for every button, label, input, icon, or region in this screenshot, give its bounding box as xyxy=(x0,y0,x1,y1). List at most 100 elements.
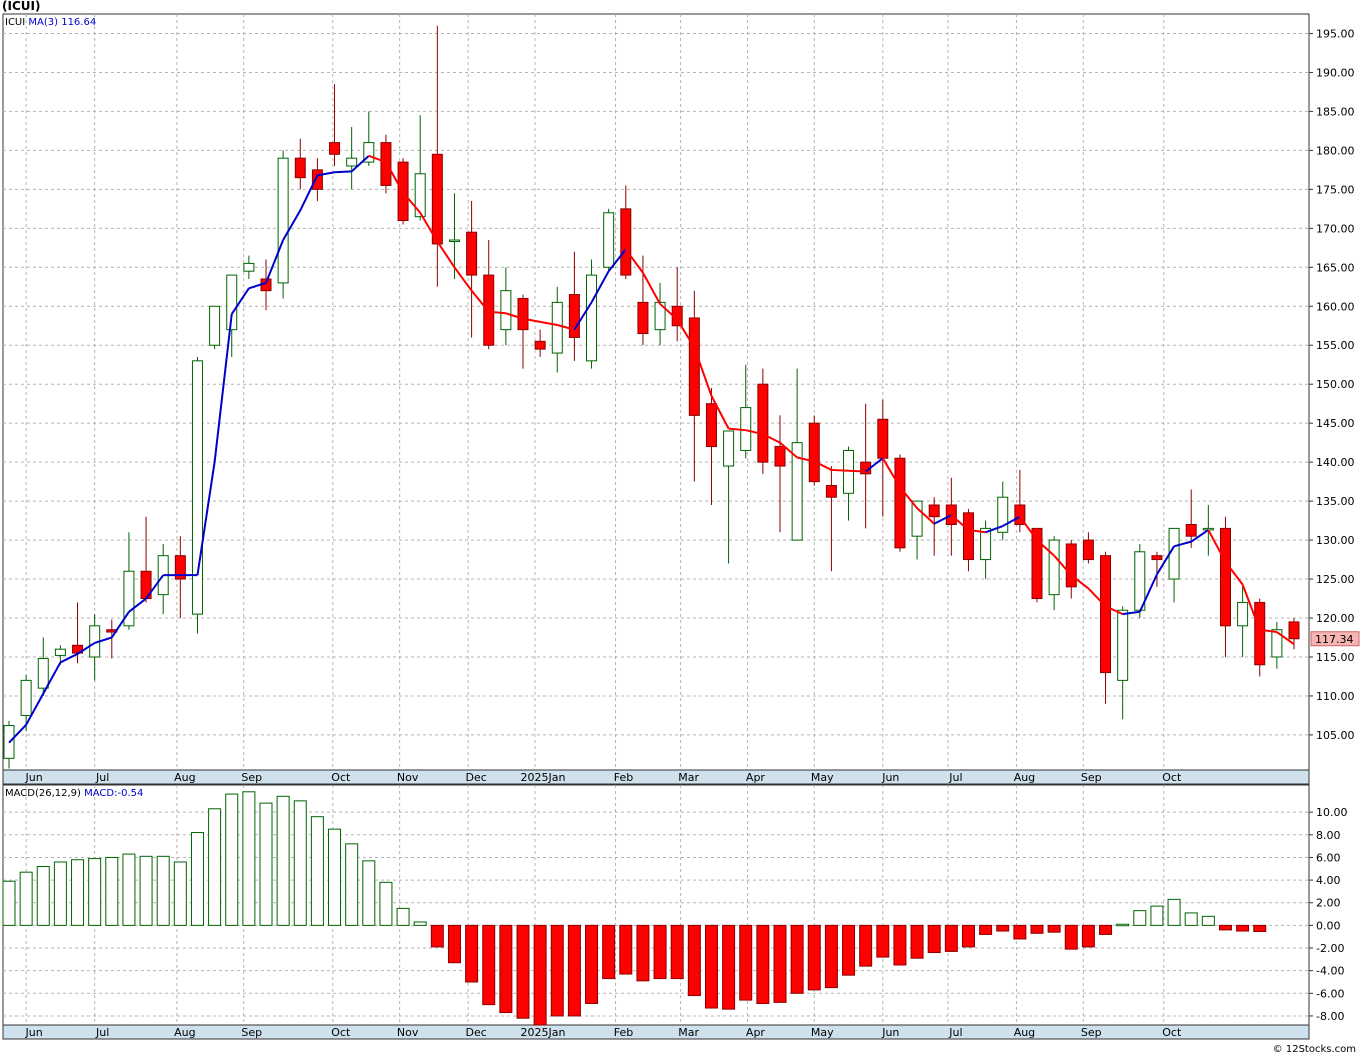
x-tick-label: Jun xyxy=(25,771,43,784)
macd-bar xyxy=(310,816,324,926)
candle-body xyxy=(723,430,735,467)
macd-tick-label: 8.00 xyxy=(1316,829,1341,842)
x-tick-label: Feb xyxy=(614,1026,633,1039)
price-tick-label: 125.00 xyxy=(1316,573,1355,586)
ma-label: MA(3) 116.64 xyxy=(28,17,96,28)
x-tick-label: Dec xyxy=(466,1026,487,1039)
macd-bar xyxy=(1133,910,1147,926)
macd-bar xyxy=(927,924,941,954)
candle-body xyxy=(586,274,598,362)
macd-bar xyxy=(944,924,958,952)
macd-bar xyxy=(276,795,290,926)
macd-bar xyxy=(756,924,770,1004)
macd-bar xyxy=(1150,905,1164,926)
candle-body xyxy=(1254,601,1266,666)
macd-bar xyxy=(773,924,787,1003)
price-tick-label: 160.00 xyxy=(1316,300,1355,313)
macd-bar xyxy=(379,881,393,926)
macd-bar xyxy=(1081,924,1095,948)
x-tick-label: Sep xyxy=(1081,771,1102,784)
x-tick-label: Dec xyxy=(466,771,487,784)
stock-chart: 105.00 110.00 115.00 120.00 125.00 130.00 135.… xyxy=(2,13,1360,1040)
macd-bar xyxy=(533,924,547,1026)
macd-tick-label: -6.00 xyxy=(1316,987,1344,1000)
macd-bar xyxy=(619,924,633,975)
macd-bar xyxy=(859,924,873,967)
macd-bar xyxy=(996,924,1010,932)
macd-bar xyxy=(567,924,581,1017)
macd-tick-label: -8.00 xyxy=(1316,1010,1344,1023)
x-tick-label: Feb xyxy=(614,771,633,784)
macd-bar xyxy=(722,924,736,1010)
macd-bar xyxy=(1013,924,1027,940)
candle-body xyxy=(705,403,717,448)
x-tick-label: Apr xyxy=(746,1026,766,1039)
macd-bar xyxy=(447,924,461,964)
candle-body xyxy=(209,305,221,346)
macd-x-axis xyxy=(2,1024,1310,1040)
candle-body xyxy=(1151,555,1163,561)
candle-body xyxy=(466,231,478,276)
macd-bar xyxy=(704,924,718,1009)
macd-bar xyxy=(2,880,16,926)
macd-bar xyxy=(1218,924,1232,931)
macd-tick-label: -2.00 xyxy=(1316,942,1344,955)
candle-body xyxy=(1202,527,1214,531)
candle-body xyxy=(1065,543,1077,588)
x-tick-label: Jun xyxy=(25,1026,43,1039)
macd-bar xyxy=(842,924,856,976)
x-tick-label: Mar xyxy=(678,1026,699,1039)
candle-body xyxy=(329,142,341,155)
candle-body xyxy=(962,512,974,561)
candle-body xyxy=(534,340,546,350)
price-tick-label: 170.00 xyxy=(1316,222,1355,235)
candle-body xyxy=(843,449,855,494)
candle-body xyxy=(894,457,906,549)
candle xyxy=(277,150,289,299)
macd-bar xyxy=(687,924,701,997)
candle-body xyxy=(620,208,632,276)
macd-tick-label: 10.00 xyxy=(1316,806,1348,819)
x-tick-label: 2025Jan xyxy=(521,1026,566,1039)
x-tick-label: Oct xyxy=(331,1026,351,1039)
price-tick-label: 145.00 xyxy=(1316,417,1355,430)
macd-bar xyxy=(482,924,496,1006)
macd-bar xyxy=(1116,923,1130,927)
macd-tick-label: 6.00 xyxy=(1316,851,1341,864)
candle-body xyxy=(448,239,460,243)
macd-bar xyxy=(345,843,359,926)
x-tick-label: May xyxy=(811,771,834,784)
candle-body xyxy=(825,485,837,498)
macd-bar xyxy=(430,924,444,948)
candle-body xyxy=(277,157,289,284)
price-tick-label: 150.00 xyxy=(1316,378,1355,391)
candle-body xyxy=(1117,609,1129,681)
candle-body xyxy=(928,504,940,518)
candle xyxy=(603,208,615,272)
candle-body xyxy=(568,294,580,338)
candle-body xyxy=(1100,555,1112,674)
macd-legend: MACD(26,12,9) MACD:-0.54 xyxy=(5,788,143,799)
candle-body xyxy=(431,153,443,245)
candle-body xyxy=(1185,523,1197,537)
x-tick-label: Mar xyxy=(678,771,699,784)
candle-body xyxy=(808,422,820,483)
candle xyxy=(209,305,221,350)
candle-body xyxy=(294,157,306,179)
candle-body xyxy=(20,679,32,716)
macd-bar xyxy=(293,800,307,926)
x-tick-label: 2025Jan xyxy=(521,771,566,784)
candle xyxy=(586,259,598,369)
candle xyxy=(894,454,906,552)
candle-body xyxy=(1237,601,1249,627)
macd-bar xyxy=(465,924,479,983)
macd-bar xyxy=(396,907,410,926)
macd-bar xyxy=(1047,924,1061,933)
candle-body xyxy=(243,262,255,272)
macd-bar xyxy=(979,924,993,935)
x-tick-label: Aug xyxy=(174,771,195,784)
candle-body xyxy=(414,173,426,218)
price-tick-label: 105.00 xyxy=(1316,729,1355,742)
macd-bar xyxy=(910,924,924,959)
candle-body xyxy=(54,648,66,656)
